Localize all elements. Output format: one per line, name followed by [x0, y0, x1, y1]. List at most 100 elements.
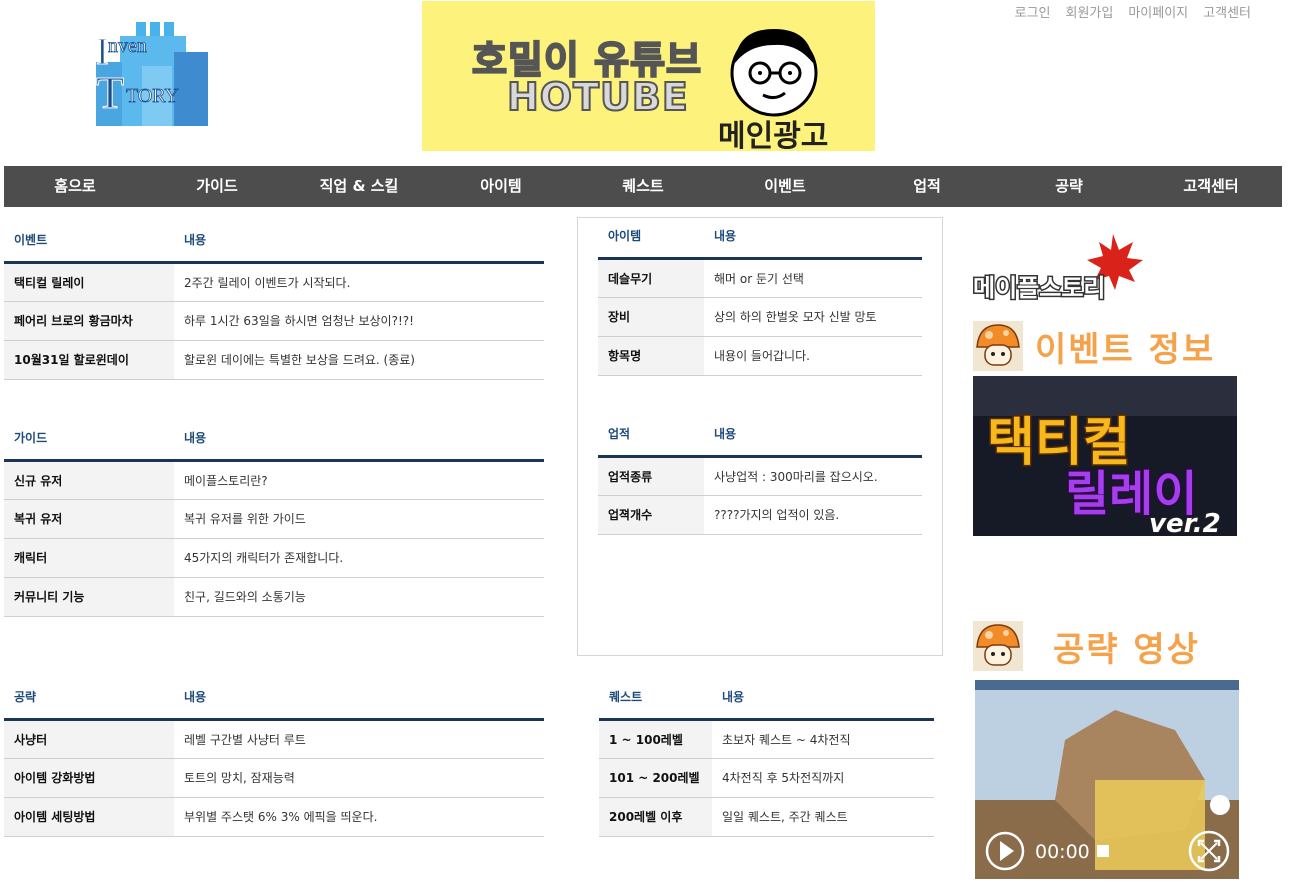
row-value: 상의 하의 한벌옷 모자 신발 망토: [704, 297, 922, 337]
table-row[interactable]: 10월31일 할로윈데이 할로윈 데이에는 특별한 보상을 드려요. (종료): [4, 340, 544, 380]
table-row[interactable]: 아이템 강화방법 토트의 망치, 잠재능력: [4, 758, 544, 798]
banner-label: 메인광고: [718, 119, 829, 151]
row-value: 친구, 길드와의 소통기능: [174, 577, 544, 617]
row-key: 페어리 브로의 황금마차: [4, 301, 174, 341]
site-logo[interactable]: I nven T TORY: [92, 22, 212, 126]
mypage-link[interactable]: 마이페이지: [1128, 2, 1188, 21]
table-header: 내용: [174, 218, 544, 264]
row-key: 데슬무기: [598, 258, 704, 298]
signup-link[interactable]: 회원가입: [1066, 2, 1114, 21]
svg-text:T: T: [96, 67, 124, 118]
video-controls: 00:00: [975, 819, 1239, 879]
row-key: 택티컬 릴레이: [4, 262, 174, 302]
table-row[interactable]: 업적종류 사냥업적 : 300마리를 잡으시오.: [598, 456, 922, 496]
support-link[interactable]: 고객센터: [1203, 2, 1251, 21]
mushroom-icon: [973, 321, 1023, 371]
table-header: 업적: [598, 412, 704, 458]
svg-text:택티컬: 택티컬: [987, 413, 1131, 473]
nav-item[interactable]: 아이템: [430, 166, 572, 207]
row-value: ????가지의 업적이 있음.: [704, 495, 922, 535]
row-key: 업젹개수: [598, 495, 704, 535]
row-value: 레벨 구간별 사냥터 루트: [174, 719, 544, 759]
row-value: 복귀 유저를 위한 가이드: [174, 499, 544, 539]
table-header: 가이드: [4, 416, 174, 462]
table-row[interactable]: 데슬무기 해머 or 둔기 선택: [598, 258, 922, 298]
login-link[interactable]: 로그인: [1015, 2, 1051, 21]
svg-text:TORY: TORY: [126, 85, 179, 107]
table-row[interactable]: 200레벨 이후 일일 퀘스트, 주간 퀘스트: [599, 797, 934, 837]
row-value: 해머 or 둔기 선택: [704, 258, 922, 298]
table-header: 아이템: [598, 214, 704, 260]
table-row[interactable]: 101 ~ 200레벨 4차전직 후 5차전직까지: [599, 758, 934, 798]
quest-table: 퀘스트 내용 1 ~ 100레벨 초보자 퀘스트 ~ 4차전직 101 ~ 200레…: [599, 675, 934, 837]
event-banner-image[interactable]: 택티컬 릴레이 ver.2: [973, 376, 1237, 536]
row-value: 사냥업적 : 300마리를 잡으시오.: [704, 456, 922, 496]
row-value: 45가지의 캐릭터가 존재합니다.: [174, 538, 544, 578]
table-row[interactable]: 캐릭터 45가지의 캐릭터가 존재합니다.: [4, 538, 544, 578]
table-row[interactable]: 신규 유저 메이플스토리란?: [4, 460, 544, 500]
table-row[interactable]: 커뮤니티 기능 친구, 길드와의 소통기능: [4, 577, 544, 617]
table-header: 내용: [712, 675, 934, 721]
nav-home[interactable]: 홈으로: [4, 166, 146, 207]
row-key: 업적종류: [598, 456, 704, 496]
video-controls-bar: 00:00: [985, 830, 1230, 872]
top-links: 로그인 회원가입 마이페이지 고객센터: [1015, 2, 1251, 21]
main-ad-banner[interactable]: 호밀이 유튜브 HOTUBE 메인광고: [422, 1, 875, 151]
table-header: 공략: [4, 675, 174, 721]
row-value: 부위별 주스탯 6% 3% 에픽을 띄운다.: [174, 797, 544, 837]
row-key: 장비: [598, 297, 704, 337]
video-title: 공략 영상: [1053, 629, 1200, 670]
logo-graphic: I nven T TORY: [96, 22, 208, 126]
row-key: 200레벨 이후: [599, 797, 712, 837]
nav-support[interactable]: 고객센터: [1140, 166, 1282, 207]
table-row[interactable]: 장비 상의 하의 한벌옷 모자 신발 망토: [598, 297, 922, 337]
table-row[interactable]: 1 ~ 100레벨 초보자 퀘스트 ~ 4차전직: [599, 719, 934, 759]
nav-quest[interactable]: 퀘스트: [572, 166, 714, 207]
table-row[interactable]: 항목명 내용이 들어갑니다.: [598, 336, 922, 376]
row-value: 내용이 들어갑니다.: [704, 336, 922, 376]
achievement-table: 업적 내용 업적종류 사냥업적 : 300마리를 잡으시오. 업젹개수 ????가지의…: [598, 412, 922, 535]
row-key: 101 ~ 200레벨: [599, 758, 712, 798]
table-row[interactable]: 사냥터 레벨 구간별 사냥터 루트: [4, 719, 544, 759]
nav-event[interactable]: 이벤트: [714, 166, 856, 207]
tactical-relay-image: 택티컬 릴레이 ver.2: [973, 376, 1237, 536]
guide-table: 가이드 내용 신규 유저 메이플스토리란? 복귀 유저 복귀 유저를 위한 가이드 캐…: [4, 416, 544, 617]
video-player[interactable]: 00:00: [975, 680, 1239, 879]
row-value: 할로윈 데이에는 특별한 보상을 드려요. (종료): [174, 340, 544, 380]
table-header: 내용: [174, 675, 544, 721]
row-key: 1 ~ 100레벨: [599, 719, 712, 759]
table-header: 퀘스트: [599, 675, 712, 721]
table-row[interactable]: 페어리 브로의 황금마차 하루 1시간 63일을 하시면 엄청난 보상이?!?!: [4, 301, 544, 341]
progress-handle: [1097, 845, 1109, 857]
row-value: 4차전직 후 5차전직까지: [712, 758, 934, 798]
svg-text:메이플스토리: 메이플스토리: [973, 274, 1105, 302]
row-value: 메이플스토리란?: [174, 460, 544, 500]
nav-class-skill[interactable]: 직업 & 스킬: [288, 166, 430, 207]
svg-text:ver.2: ver.2: [1149, 509, 1221, 536]
table-header: 내용: [704, 412, 922, 458]
video-header: 공략 영상: [973, 621, 1200, 671]
main-nav: 홈으로 가이드 직업 & 스킬 아이템 퀘스트 이벤트 업적 공략 고객센터: [4, 166, 1282, 207]
table-row[interactable]: 업젹개수 ????가지의 업적이 있음.: [598, 495, 922, 535]
nav-strategy[interactable]: 공략: [998, 166, 1140, 207]
row-key: 커뮤니티 기능: [4, 577, 174, 617]
face-icon: [730, 29, 818, 117]
maple-leaf-icon: 메이플스토리: [972, 234, 1143, 304]
row-key: 10월31일 할로윈데이: [4, 340, 174, 380]
table-header: 내용: [174, 416, 544, 462]
table-row[interactable]: 아이템 세팅방법 부위별 주스탯 6% 3% 에픽을 띄운다.: [4, 797, 544, 837]
nav-guide[interactable]: 가이드: [146, 166, 288, 207]
strategy-table: 공략 내용 사냥터 레벨 구간별 사냥터 루트 아이템 강화방법 토트의 망치, 잠재…: [4, 675, 544, 837]
row-key: 아이템 강화방법: [4, 758, 174, 798]
nav-achievement[interactable]: 업적: [856, 166, 998, 207]
row-key: 복귀 유저: [4, 499, 174, 539]
maplestory-logo: 메이플스토리: [972, 232, 1153, 310]
row-key: 캐릭터: [4, 538, 174, 578]
table-row[interactable]: 복귀 유저 복귀 유저를 위한 가이드: [4, 499, 544, 539]
event-table: 이벤트 내용 택티컬 릴레이 2주간 릴레이 이벤트가 시작되다. 페어리 브로의 …: [4, 218, 544, 380]
table-row[interactable]: 택티컬 릴레이 2주간 릴레이 이벤트가 시작되다.: [4, 262, 544, 302]
video-time: 00:00: [1035, 841, 1090, 863]
row-key: 아이템 세팅방법: [4, 797, 174, 837]
row-value: 토트의 망치, 잠재능력: [174, 758, 544, 798]
row-value: 초보자 퀘스트 ~ 4차전직: [712, 719, 934, 759]
